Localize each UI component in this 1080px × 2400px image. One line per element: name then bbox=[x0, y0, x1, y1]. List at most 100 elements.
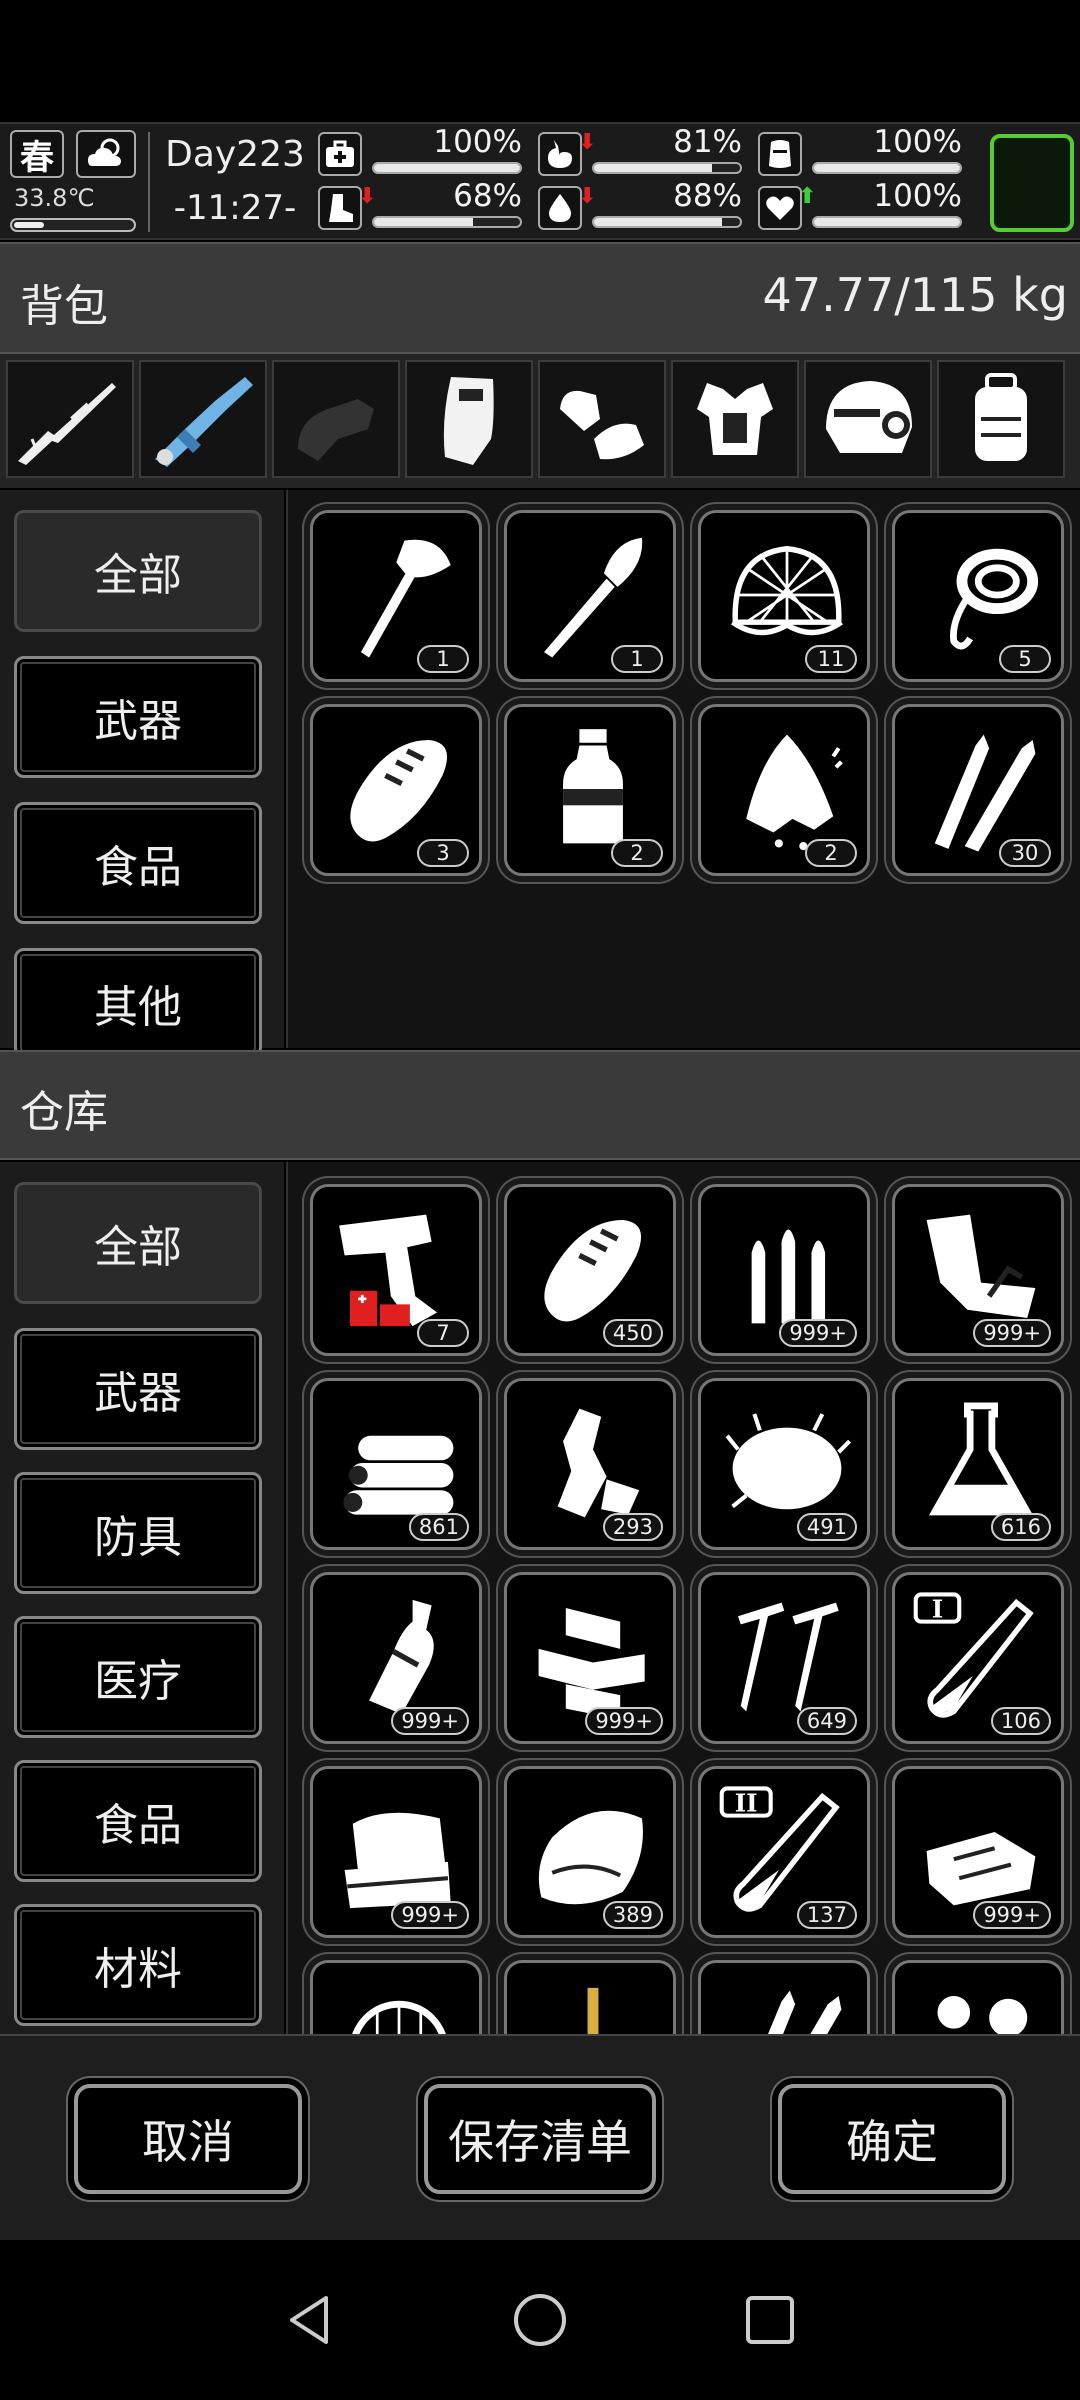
stat-armor: 100% bbox=[758, 124, 968, 180]
net-icon bbox=[731, 546, 843, 636]
bread-icon bbox=[544, 1220, 642, 1322]
riot-shield-icon[interactable] bbox=[405, 360, 533, 478]
storage-category-all[interactable]: 全部 bbox=[14, 1182, 262, 1304]
item-slot[interactable]: 491 bbox=[698, 1378, 870, 1550]
action-bar: 取消 保存清单 确定 bbox=[0, 2034, 1080, 2240]
backpack-category-other[interactable]: 其他 bbox=[14, 948, 262, 1058]
item-slot[interactable] bbox=[698, 1960, 870, 2034]
partly-cloudy-icon bbox=[76, 130, 136, 178]
storage-category-materials[interactable]: 材料 bbox=[14, 1904, 262, 2026]
item-slot[interactable]: 999+ bbox=[892, 1766, 1064, 1938]
item-slot[interactable]: 999+ bbox=[310, 1572, 482, 1744]
fiber-icon bbox=[725, 1413, 852, 1510]
test-tube-ii-icon: II bbox=[719, 1786, 840, 1912]
item-slot[interactable]: 30 bbox=[892, 704, 1064, 876]
backpack-category-food[interactable]: 食品 bbox=[14, 802, 262, 924]
backpack-title: 背包 bbox=[20, 281, 108, 332]
game-screen: 春 33.8℃ Day223 -11:27- 100% ⬇ 81% 100% ⬇… bbox=[0, 0, 1080, 2400]
item-slot[interactable]: 450 bbox=[504, 1184, 676, 1356]
home-icon[interactable] bbox=[500, 2280, 580, 2360]
cancel-button[interactable]: 取消 bbox=[74, 2084, 302, 2194]
recents-icon[interactable] bbox=[730, 2280, 810, 2360]
item-slot[interactable]: 616 bbox=[892, 1378, 1064, 1550]
bullets-icon bbox=[751, 1229, 826, 1324]
backpack-weight: 47.77/115 kg bbox=[762, 268, 1068, 322]
item-slot[interactable]: 11 bbox=[698, 510, 870, 682]
stat-thirst: ⬇ 88% bbox=[538, 178, 748, 234]
item-slot[interactable]: 5 bbox=[892, 510, 1064, 682]
item-slot[interactable]: 999+ bbox=[504, 1572, 676, 1744]
stomach-icon bbox=[538, 132, 582, 176]
save-list-button[interactable]: 保存清单 bbox=[424, 2084, 656, 2194]
item-slot[interactable]: 7 bbox=[310, 1184, 482, 1356]
helmet-icon[interactable] bbox=[804, 360, 932, 478]
fabric-icon bbox=[926, 1831, 1036, 1906]
storage-category-armor[interactable]: 防具 bbox=[14, 1472, 262, 1594]
glass-bottle-icon bbox=[369, 1599, 434, 1715]
gloves-empty-icon[interactable] bbox=[272, 360, 400, 478]
stat-bar bbox=[812, 216, 962, 228]
raw-meat-icon bbox=[746, 734, 843, 851]
medkit-icon bbox=[318, 132, 362, 176]
item-slot[interactable]: 999+ bbox=[310, 1766, 482, 1938]
item-slot[interactable]: 1 bbox=[310, 510, 482, 682]
item-slot[interactable]: II 137 bbox=[698, 1766, 870, 1938]
towels-icon bbox=[344, 1812, 451, 1909]
system-navigation-bar bbox=[0, 2240, 1080, 2400]
backpack-category-weapons[interactable]: 武器 bbox=[14, 656, 262, 778]
item-slot[interactable]: 3 bbox=[310, 704, 482, 876]
balls-icon bbox=[937, 1996, 1028, 2034]
heart-icon bbox=[758, 186, 802, 230]
day-counter: Day223 bbox=[165, 134, 305, 175]
stat-health: 100% bbox=[318, 124, 528, 180]
minigun-icon[interactable] bbox=[139, 360, 267, 478]
backpack-icon[interactable] bbox=[937, 360, 1065, 478]
game-clock: -11:27- bbox=[173, 188, 297, 228]
storage-category-food[interactable]: 食品 bbox=[14, 1760, 262, 1882]
temperature: 33.8℃ bbox=[14, 184, 95, 212]
item-slot[interactable]: 1 bbox=[504, 510, 676, 682]
item-slot[interactable] bbox=[310, 1960, 482, 2034]
backpack-category-all[interactable]: 全部 bbox=[14, 510, 262, 632]
item-slot[interactable]: 999+ bbox=[698, 1184, 870, 1356]
item-slot[interactable] bbox=[892, 1960, 1064, 2034]
boot-icon bbox=[318, 186, 362, 230]
status-hud: 春 33.8℃ Day223 -11:27- 100% ⬇ 81% 100% ⬇… bbox=[0, 122, 1080, 240]
storage-header: 仓库 bbox=[0, 1050, 1080, 1160]
flask-icon bbox=[928, 1402, 1034, 1516]
water-bottle-icon bbox=[563, 729, 623, 844]
stat-bar bbox=[812, 162, 962, 174]
stat-bar bbox=[372, 216, 522, 228]
storage-category-list: 全部 武器 防具 医疗 食品 材料 bbox=[0, 1162, 284, 2034]
item-slot[interactable]: 999+ bbox=[892, 1184, 1064, 1356]
item-slot[interactable]: 293 bbox=[504, 1378, 676, 1550]
stat-bar bbox=[372, 162, 522, 174]
plastic-trash-icon bbox=[557, 1408, 640, 1518]
item-slot[interactable]: 2 bbox=[504, 704, 676, 876]
storage-category-weapons[interactable]: 武器 bbox=[14, 1328, 262, 1450]
test-tube-i-icon: I bbox=[913, 1592, 1034, 1718]
water-drop-icon bbox=[538, 186, 582, 230]
item-slot[interactable] bbox=[504, 1960, 676, 2034]
vest-icon[interactable] bbox=[671, 360, 799, 478]
confirm-button[interactable]: 确定 bbox=[778, 2084, 1006, 2194]
quick-slot-button[interactable] bbox=[990, 134, 1074, 232]
gloves-icon[interactable] bbox=[538, 360, 666, 478]
bread-icon bbox=[350, 740, 448, 842]
item-slot[interactable]: 649 bbox=[698, 1572, 870, 1744]
svg-text:I: I bbox=[932, 1595, 943, 1624]
rifle-ammo-icon bbox=[934, 734, 1036, 852]
armor-icon bbox=[758, 132, 802, 176]
sniper-rifle-icon[interactable] bbox=[6, 360, 134, 478]
item-slot[interactable]: 2 bbox=[698, 704, 870, 876]
item-slot[interactable]: 861 bbox=[310, 1378, 482, 1550]
flare-gun-icon bbox=[339, 1214, 438, 1327]
item-slot[interactable]: I 106 bbox=[892, 1572, 1064, 1744]
back-icon[interactable] bbox=[270, 2280, 350, 2360]
storage-category-medical[interactable]: 医疗 bbox=[14, 1616, 262, 1738]
item-slot[interactable]: 389 bbox=[504, 1766, 676, 1938]
sieve-icon bbox=[352, 2000, 446, 2034]
stick-icon bbox=[587, 1987, 599, 2034]
stat-hunger: ⬇ 81% bbox=[538, 124, 748, 180]
svg-text:II: II bbox=[735, 1789, 758, 1818]
